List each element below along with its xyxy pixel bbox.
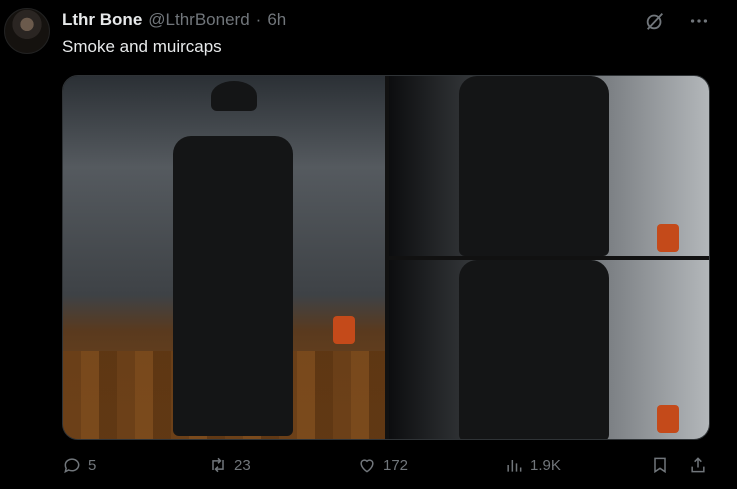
- tweet-actions: 5 23 172 1.9K: [62, 455, 722, 479]
- avatar[interactable]: [4, 8, 50, 54]
- like-count: 172: [383, 456, 409, 474]
- tweet-header: Lthr Bone @LthrBonerd · 6h: [62, 10, 286, 30]
- share-icon: [691, 457, 705, 473]
- photo-figure: [459, 76, 609, 256]
- photo-top-right[interactable]: [389, 76, 709, 256]
- media-grid: [62, 75, 710, 440]
- display-name[interactable]: Lthr Bone: [62, 10, 142, 30]
- photo-main[interactable]: [63, 76, 385, 439]
- share-button[interactable]: [688, 455, 708, 475]
- photo-lamp: [333, 316, 355, 344]
- grok-icon[interactable]: [643, 9, 667, 33]
- reply-button[interactable]: 5: [62, 455, 96, 475]
- tweet-top-icons: [643, 9, 711, 33]
- like-button[interactable]: 172: [357, 455, 408, 475]
- tweet-text: Smoke and muircaps: [62, 37, 222, 56]
- separator-dot: ·: [255, 10, 262, 29]
- view-count: 1.9K: [530, 456, 561, 474]
- photo-lamp: [657, 405, 679, 433]
- views-button[interactable]: 1.9K: [504, 455, 561, 475]
- more-icon[interactable]: [687, 9, 711, 33]
- photo-bottom-right[interactable]: [389, 260, 709, 439]
- heart-icon: [360, 459, 374, 473]
- retweet-count: 23: [234, 456, 251, 474]
- bookmark-icon: [654, 457, 666, 474]
- retweet-button[interactable]: 23: [208, 455, 251, 475]
- reply-count: 5: [88, 456, 97, 474]
- retweet-icon: [212, 457, 224, 473]
- user-handle[interactable]: @LthrBonerd: [148, 10, 249, 30]
- photo-lamp: [657, 224, 679, 252]
- views-icon: [507, 460, 522, 472]
- timestamp[interactable]: 6h: [267, 10, 286, 30]
- photo-figure: [459, 260, 609, 439]
- photo-cap: [211, 81, 257, 111]
- photo-figure: [173, 136, 293, 436]
- bookmark-button[interactable]: [650, 455, 670, 475]
- reply-icon: [64, 458, 80, 474]
